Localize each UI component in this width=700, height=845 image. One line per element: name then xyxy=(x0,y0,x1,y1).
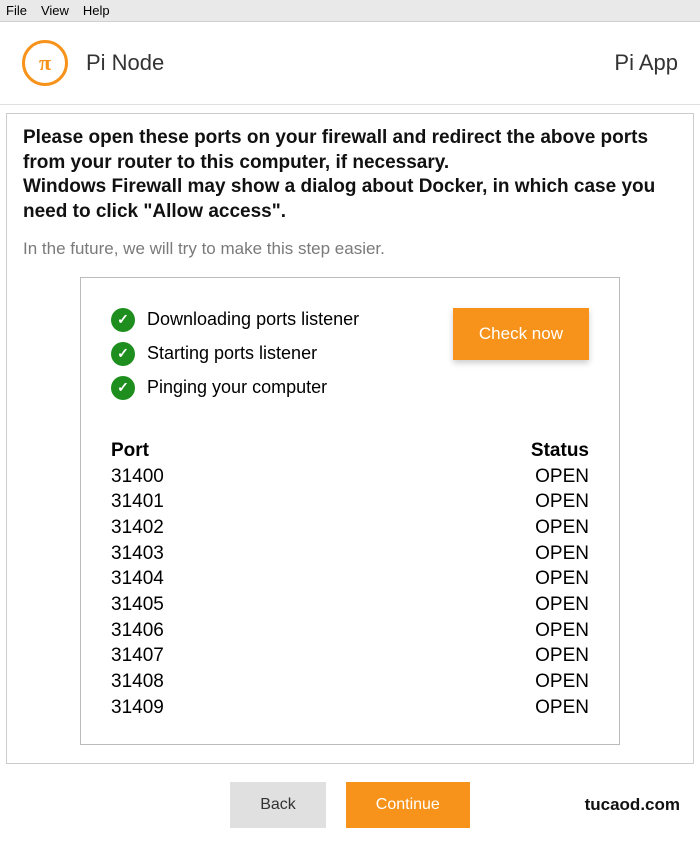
status-cell: OPEN xyxy=(535,489,589,515)
check-item: ✓ Starting ports listener xyxy=(111,342,359,366)
checks-list: ✓ Downloading ports listener ✓ Starting … xyxy=(111,308,359,400)
checkmark-icon: ✓ xyxy=(111,308,135,332)
status-cell: OPEN xyxy=(535,541,589,567)
port-header-port: Port xyxy=(111,440,149,462)
watermark: tucaod.com xyxy=(585,795,680,815)
menu-view[interactable]: View xyxy=(41,3,69,18)
titlebar: π Pi Node Pi App xyxy=(0,22,700,105)
port-cell: 31400 xyxy=(111,464,164,490)
port-header-status: Status xyxy=(531,440,589,462)
table-row: 31409 OPEN xyxy=(111,695,589,721)
instructions: Please open these ports on your firewall… xyxy=(23,126,677,225)
status-cell: OPEN xyxy=(535,566,589,592)
port-cell: 31402 xyxy=(111,515,164,541)
table-row: 31407 OPEN xyxy=(111,643,589,669)
check-label: Pinging your computer xyxy=(147,377,327,398)
port-cell: 31406 xyxy=(111,618,164,644)
checkmark-icon: ✓ xyxy=(111,376,135,400)
table-row: 31404 OPEN xyxy=(111,566,589,592)
instruction-line-2: Windows Firewall may show a dialog about… xyxy=(23,176,655,222)
menu-file[interactable]: File xyxy=(6,3,27,18)
status-cell: OPEN xyxy=(535,515,589,541)
app-name: Pi Node xyxy=(86,50,164,76)
status-cell: OPEN xyxy=(535,592,589,618)
status-cell: OPEN xyxy=(535,695,589,721)
port-table-header: Port Status xyxy=(111,440,589,462)
checks-row: ✓ Downloading ports listener ✓ Starting … xyxy=(111,308,589,400)
instruction-line-1: Please open these ports on your firewall… xyxy=(23,127,648,173)
subnote: In the future, we will try to make this … xyxy=(23,239,677,259)
check-label: Downloading ports listener xyxy=(147,309,359,330)
table-row: 31401 OPEN xyxy=(111,489,589,515)
status-panel: ✓ Downloading ports listener ✓ Starting … xyxy=(80,277,620,745)
menubar: File View Help xyxy=(0,0,700,22)
check-item: ✓ Pinging your computer xyxy=(111,376,359,400)
continue-button[interactable]: Continue xyxy=(346,782,470,828)
table-row: 31402 OPEN xyxy=(111,515,589,541)
pi-logo-icon: π xyxy=(22,40,68,86)
port-cell: 31405 xyxy=(111,592,164,618)
check-now-button[interactable]: Check now xyxy=(453,308,589,360)
status-cell: OPEN xyxy=(535,464,589,490)
table-row: 31400 OPEN xyxy=(111,464,589,490)
content-frame: Please open these ports on your firewall… xyxy=(6,113,694,764)
back-button[interactable]: Back xyxy=(230,782,326,828)
checkmark-icon: ✓ xyxy=(111,342,135,366)
table-row: 31406 OPEN xyxy=(111,618,589,644)
port-cell: 31407 xyxy=(111,643,164,669)
port-cell: 31401 xyxy=(111,489,164,515)
check-item: ✓ Downloading ports listener xyxy=(111,308,359,332)
port-cell: 31403 xyxy=(111,541,164,567)
status-cell: OPEN xyxy=(535,618,589,644)
port-cell: 31408 xyxy=(111,669,164,695)
footer: Back Continue tucaod.com xyxy=(0,764,700,828)
menu-help[interactable]: Help xyxy=(83,3,110,18)
port-cell: 31409 xyxy=(111,695,164,721)
titlebar-left: π Pi Node xyxy=(22,40,164,86)
table-row: 31405 OPEN xyxy=(111,592,589,618)
table-row: 31408 OPEN xyxy=(111,669,589,695)
port-cell: 31404 xyxy=(111,566,164,592)
status-cell: OPEN xyxy=(535,643,589,669)
port-table: Port Status 31400 OPEN 31401 OPEN 31402 OPE… xyxy=(111,440,589,720)
table-row: 31403 OPEN xyxy=(111,541,589,567)
app-label: Pi App xyxy=(614,50,678,76)
check-label: Starting ports listener xyxy=(147,343,317,364)
status-cell: OPEN xyxy=(535,669,589,695)
